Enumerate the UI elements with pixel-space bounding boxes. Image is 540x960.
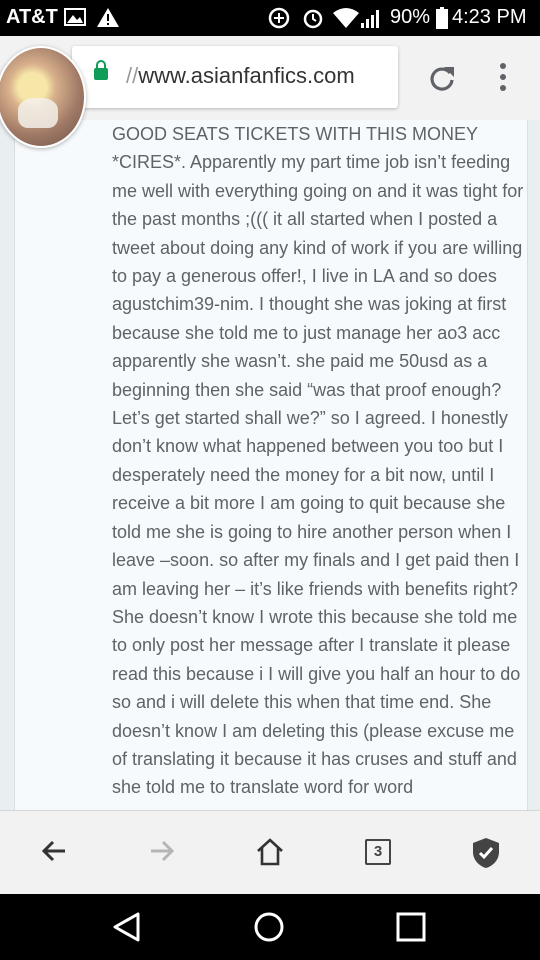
menu-dots-icon[interactable] [499,63,507,95]
story-text: GOOD SEATS TICKETS WITH THIS MONEY *CIRE… [112,124,524,798]
back-arrow-icon[interactable] [40,837,68,865]
shield-check-icon[interactable] [472,837,500,869]
home-icon[interactable] [255,837,285,867]
lock-icon [94,60,108,80]
clock-time: 4:23 PM [452,6,527,28]
image-icon [64,8,86,26]
web-page: GOOD SEATS TICKETS WITH THIS MONEY *CIRE… [0,120,540,810]
system-nav-bar [0,894,540,960]
tabs-icon[interactable]: 3 [365,839,391,865]
signal-icon [361,10,379,28]
carrier-label: AT&T [6,6,58,28]
status-bar: AT&T 90% 4:23 PM [0,0,540,36]
alarm-icon [303,9,323,29]
battery-icon [436,7,448,29]
warning-icon [97,8,119,27]
url-scheme: // [126,63,139,88]
home-circle-icon[interactable] [253,911,285,943]
author-avatar[interactable] [0,46,86,148]
back-triangle-icon[interactable] [112,911,142,943]
story-card: GOOD SEATS TICKETS WITH THIS MONEY *CIRE… [14,120,528,810]
url-text[interactable]: //www.asianfanfics.com [126,63,355,89]
reload-icon[interactable] [428,64,456,92]
address-bar[interactable]: //www.asianfanfics.com [72,46,398,108]
battery-percent: 90% [390,6,431,28]
recents-square-icon[interactable] [396,912,426,942]
browser-bottom-bar: 3 [0,810,540,895]
data-saver-icon [268,7,290,29]
url-domain: www.asianfanfics.com [138,63,355,88]
forward-arrow-icon[interactable] [148,837,176,865]
wifi-icon [333,8,359,28]
